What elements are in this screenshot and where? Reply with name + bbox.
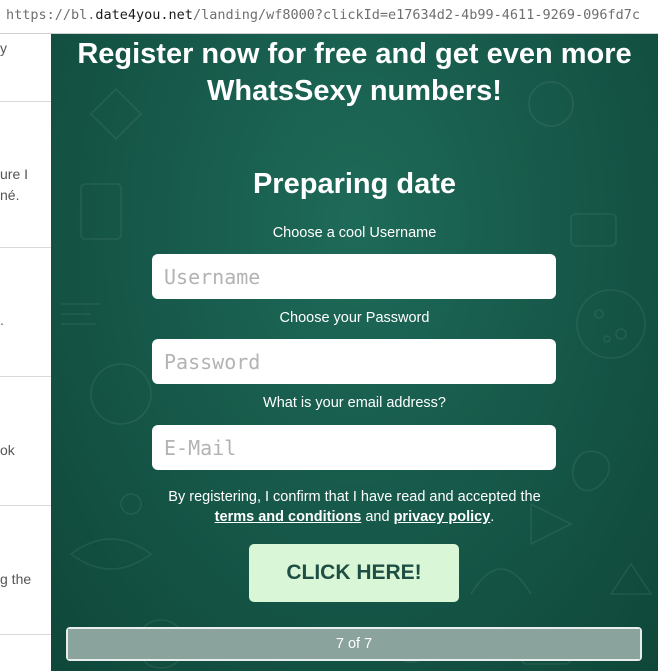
consent-text: By registering, I confirm that I have re… bbox=[51, 487, 658, 527]
privacy-link[interactable]: privacy policy bbox=[394, 509, 491, 525]
divider bbox=[0, 101, 51, 102]
background-text-fragment: ok bbox=[0, 442, 15, 458]
headline-line: WhatsSexy numbers! bbox=[207, 75, 502, 107]
password-label: Choose your Password bbox=[279, 310, 430, 326]
consent-links-line: terms and conditions and privacy policy. bbox=[51, 507, 658, 527]
url-text[interactable]: https://bl.date4you.net/landing/wf8000?c… bbox=[6, 7, 640, 23]
consent-line: By registering, I confirm that I have re… bbox=[168, 489, 541, 505]
url-prefix: https://bl. bbox=[6, 7, 96, 23]
divider bbox=[0, 376, 51, 377]
password-input[interactable] bbox=[152, 339, 556, 384]
address-bar[interactable]: https://bl.date4you.net/landing/wf8000?c… bbox=[0, 0, 658, 34]
url-path: /landing/wf8000?clickId=e17634d2-4b99-46… bbox=[192, 7, 640, 23]
click-here-button[interactable]: CLICK HERE! bbox=[249, 544, 459, 602]
email-label: What is your email address? bbox=[263, 395, 446, 411]
background-text-fragment: ure I bbox=[0, 166, 29, 182]
divider bbox=[0, 634, 51, 635]
username-label: Choose a cool Username bbox=[272, 225, 437, 241]
headline: Register now for free and get even more … bbox=[51, 36, 658, 110]
username-input[interactable] bbox=[152, 254, 556, 299]
background-text-fragment: y bbox=[0, 40, 7, 56]
background-page-column: y ure I né. . ok g the bbox=[0, 34, 51, 671]
background-text-fragment: . bbox=[0, 312, 4, 328]
background-text-fragment: g the bbox=[0, 571, 32, 587]
background-text-fragment: né. bbox=[0, 187, 20, 203]
registration-modal: Register now for free and get even more … bbox=[51, 34, 658, 671]
headline-line: Register now for free and get even more bbox=[77, 38, 632, 70]
progress-text: 7 of 7 bbox=[335, 636, 373, 652]
form-title: Preparing date bbox=[252, 168, 457, 200]
email-input[interactable] bbox=[152, 425, 556, 470]
progress-bar: 7 of 7 bbox=[66, 627, 642, 661]
url-domain: date4you.net bbox=[95, 7, 193, 23]
divider bbox=[0, 247, 51, 248]
divider bbox=[0, 505, 51, 506]
consent-and: and bbox=[365, 509, 390, 525]
terms-link[interactable]: terms and conditions bbox=[215, 509, 362, 525]
consent-period: . bbox=[490, 509, 495, 525]
